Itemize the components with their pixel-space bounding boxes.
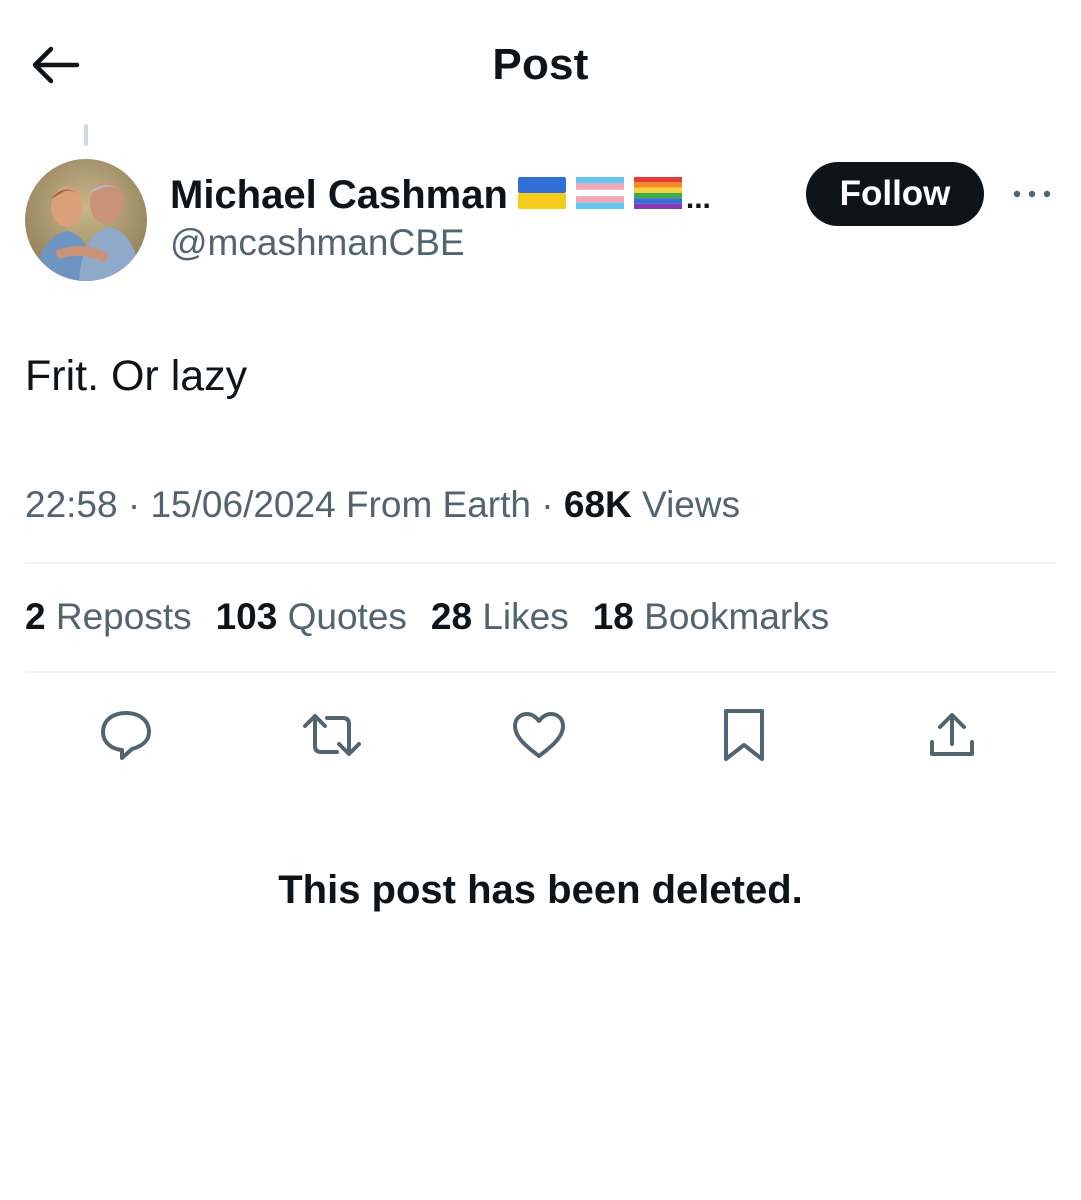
heart-icon (513, 712, 565, 758)
ukraine-flag-icon (517, 176, 566, 214)
post-time[interactable]: 22:58 (25, 484, 118, 525)
bookmark-button[interactable] (709, 700, 779, 770)
thread-connector-line (84, 124, 88, 146)
like-button[interactable] (504, 700, 574, 770)
quotes-stat[interactable]: 103 Quotes (216, 596, 407, 638)
top-bar: Post (0, 0, 1081, 130)
reposts-count: 2 (25, 596, 46, 637)
post-date[interactable]: 15/06/2024 (150, 484, 335, 525)
avatar-image (25, 159, 147, 281)
page-title: Post (492, 40, 589, 89)
reposts-label: Reposts (55, 596, 192, 637)
action-bar (0, 700, 1081, 770)
share-button[interactable] (917, 700, 987, 770)
name-truncation-ellipsis: ... (685, 182, 711, 215)
divider (25, 671, 1056, 673)
reposts-stat[interactable]: 2 Reposts (25, 596, 192, 638)
transgender-flag-icon (575, 176, 625, 214)
deleted-notice: This post has been deleted. (278, 868, 803, 912)
author-handle[interactable]: @mcashmanCBE (170, 222, 465, 264)
reply-icon (101, 711, 151, 760)
views-label: Views (631, 484, 741, 525)
bookmarks-count: 18 (592, 596, 634, 637)
bookmark-icon (724, 709, 764, 761)
engagement-stats: 2 Reposts 103 Quotes 28 Likes 18 Bookmar… (25, 596, 853, 638)
more-options-icon (1013, 190, 1051, 198)
author-name-row[interactable]: Michael Cashman ... (170, 170, 711, 220)
likes-stat[interactable]: 28 Likes (431, 596, 569, 638)
post-text: Frit. Or lazy (25, 352, 248, 400)
likes-label: Likes (482, 596, 569, 637)
likes-count: 28 (430, 596, 473, 637)
quotes-label: Quotes (287, 596, 407, 637)
display-name: Michael Cashman (170, 172, 508, 217)
repost-button[interactable] (297, 700, 367, 770)
post-meta: 22:58 · 15/06/2024 From Earth · 68K View… (25, 484, 740, 526)
bookmarks-label: Bookmarks (644, 596, 830, 637)
divider (25, 562, 1056, 564)
meta-separator: · (531, 484, 564, 525)
avatar[interactable] (25, 159, 147, 281)
quotes-count: 103 (215, 596, 278, 637)
follow-button[interactable]: Follow (806, 162, 984, 226)
post-source: From Earth (335, 484, 531, 525)
meta-separator: · (117, 484, 151, 525)
more-options-button[interactable] (1010, 178, 1054, 210)
reply-button[interactable] (91, 700, 161, 770)
repost-icon (303, 714, 361, 756)
rainbow-flag-icon (633, 176, 682, 214)
share-icon (930, 713, 974, 756)
bookmarks-stat[interactable]: 18 Bookmarks (593, 596, 830, 638)
views-count[interactable]: 68K (564, 484, 632, 525)
